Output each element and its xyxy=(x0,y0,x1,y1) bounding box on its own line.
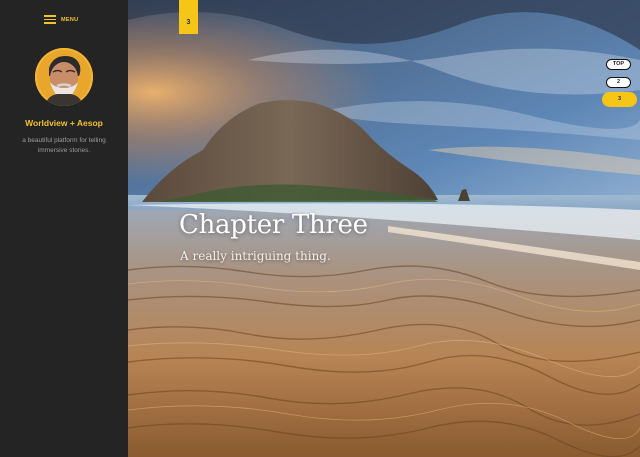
nav-top-button[interactable]: TOP xyxy=(606,59,631,70)
menu-label: MENU xyxy=(61,16,79,23)
nav-chapter-2-button[interactable]: 2 xyxy=(606,77,631,88)
menu-button[interactable]: MENU xyxy=(44,15,78,24)
site-title: Worldview + Aesop xyxy=(25,118,103,128)
chapter-subtitle: A really intriguing thing. xyxy=(180,249,331,263)
sidebar: MENU Worldview + Aesop a beautiful platf… xyxy=(0,0,128,457)
chapter-number-tab[interactable]: 3 xyxy=(179,0,198,34)
chapter-title: Chapter Three xyxy=(179,210,368,240)
site-tagline: a beautiful platform for telling immersi… xyxy=(22,137,106,154)
hamburger-icon xyxy=(44,15,56,24)
author-avatar xyxy=(35,48,93,106)
nav-chapter-3-button[interactable]: 3 xyxy=(602,92,637,107)
